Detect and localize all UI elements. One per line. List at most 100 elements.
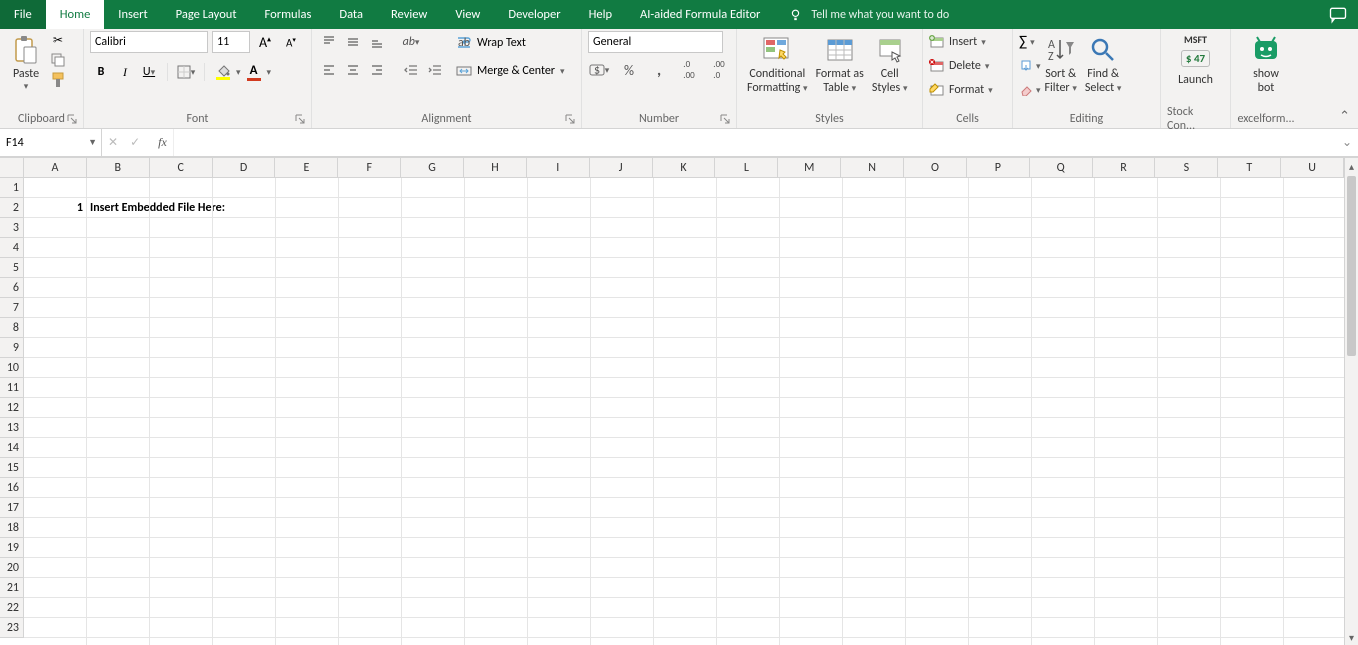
ribbon-collapse-icon[interactable]: ⌃ xyxy=(1339,109,1350,124)
col-header-I[interactable]: I xyxy=(527,158,590,177)
col-header-B[interactable]: B xyxy=(87,158,150,177)
increase-indent-button[interactable] xyxy=(424,59,446,81)
row-header-5[interactable]: 5 xyxy=(0,258,23,278)
italic-button[interactable]: I xyxy=(114,61,136,83)
row-header-15[interactable]: 15 xyxy=(0,458,23,478)
cell-styles-button[interactable]: CellStyles ▾ xyxy=(868,31,912,98)
delete-cells-button[interactable]: Delete▾ xyxy=(929,55,993,77)
col-header-M[interactable]: M xyxy=(778,158,841,177)
align-left-button[interactable] xyxy=(318,59,340,81)
clear-button[interactable]: ▾ xyxy=(1019,79,1041,101)
tab-view[interactable]: View xyxy=(441,0,494,29)
row-header-6[interactable]: 6 xyxy=(0,278,23,298)
col-header-P[interactable]: P xyxy=(967,158,1030,177)
col-header-G[interactable]: G xyxy=(401,158,464,177)
chevron-down-icon[interactable]: ▾ xyxy=(267,67,272,78)
row-header-1[interactable]: 1 xyxy=(0,178,23,198)
row-header-19[interactable]: 19 xyxy=(0,538,23,558)
col-header-S[interactable]: S xyxy=(1155,158,1218,177)
row-header-13[interactable]: 13 xyxy=(0,418,23,438)
tab-insert[interactable]: Insert xyxy=(104,0,161,29)
row-header-20[interactable]: 20 xyxy=(0,558,23,578)
row-header-11[interactable]: 11 xyxy=(0,378,23,398)
cancel-formula-icon[interactable]: ✕ xyxy=(108,135,118,150)
col-header-O[interactable]: O xyxy=(904,158,967,177)
shrink-font-button[interactable]: A▾ xyxy=(280,31,302,53)
conditional-formatting-button[interactable]: ConditionalFormatting ▾ xyxy=(743,31,812,98)
font-name-combo[interactable] xyxy=(90,31,208,53)
col-header-E[interactable]: E xyxy=(275,158,338,177)
sort-filter-button[interactable]: AZ Sort &Filter ▾ xyxy=(1041,31,1081,98)
align-center-button[interactable] xyxy=(342,59,364,81)
tab-review[interactable]: Review xyxy=(377,0,441,29)
col-header-U[interactable]: U xyxy=(1281,158,1344,177)
row-header-8[interactable]: 8 xyxy=(0,318,23,338)
accounting-format-button[interactable]: $▾ xyxy=(588,59,610,81)
select-all-corner[interactable] xyxy=(0,158,24,178)
fill-color-button[interactable] xyxy=(212,61,234,83)
row-header-21[interactable]: 21 xyxy=(0,578,23,598)
tell-me-search[interactable]: Tell me what you want to do xyxy=(774,0,957,29)
align-top-button[interactable] xyxy=(318,31,340,53)
col-header-Q[interactable]: Q xyxy=(1030,158,1093,177)
col-header-R[interactable]: R xyxy=(1093,158,1156,177)
cut-button[interactable]: ✂ xyxy=(48,31,68,49)
paste-button[interactable]: Paste ▾ xyxy=(6,31,46,94)
tab-ai-formula-editor[interactable]: AI-aided Formula Editor xyxy=(626,0,774,29)
copy-button[interactable] xyxy=(48,51,68,69)
scroll-down-icon[interactable]: ▾ xyxy=(1345,629,1358,645)
name-box-input[interactable] xyxy=(0,129,80,156)
row-header-16[interactable]: 16 xyxy=(0,478,23,498)
scroll-thumb[interactable] xyxy=(1347,176,1356,356)
row-header-18[interactable]: 18 xyxy=(0,518,23,538)
font-color-button[interactable]: A xyxy=(243,61,265,83)
row-header-7[interactable]: 7 xyxy=(0,298,23,318)
vertical-scrollbar[interactable]: ▴ ▾ xyxy=(1344,158,1358,645)
tab-home[interactable]: Home xyxy=(46,0,105,29)
dialog-launcher-icon[interactable] xyxy=(67,114,79,126)
tab-developer[interactable]: Developer xyxy=(494,0,574,29)
col-header-C[interactable]: C xyxy=(150,158,213,177)
align-bottom-button[interactable] xyxy=(366,31,388,53)
col-header-K[interactable]: K xyxy=(653,158,716,177)
row-header-10[interactable]: 10 xyxy=(0,358,23,378)
bold-button[interactable]: B xyxy=(90,61,112,83)
col-header-A[interactable]: A xyxy=(24,158,87,177)
wrap-text-button[interactable]: ab Wrap Text xyxy=(456,31,565,55)
dialog-launcher-icon[interactable] xyxy=(295,114,307,126)
col-header-F[interactable]: F xyxy=(338,158,401,177)
col-header-T[interactable]: T xyxy=(1218,158,1281,177)
row-header-14[interactable]: 14 xyxy=(0,438,23,458)
increase-decimal-button[interactable]: .0.00 xyxy=(678,59,700,81)
tab-help[interactable]: Help xyxy=(575,0,626,29)
insert-cells-button[interactable]: Insert▾ xyxy=(929,31,993,53)
orientation-button[interactable]: ab▾ xyxy=(400,31,422,53)
find-select-button[interactable]: Find &Select ▾ xyxy=(1081,31,1126,98)
format-painter-button[interactable] xyxy=(48,71,68,89)
decrease-indent-button[interactable] xyxy=(400,59,422,81)
formula-bar-input[interactable] xyxy=(174,129,1336,156)
name-box[interactable]: ▼ xyxy=(0,129,102,156)
align-right-button[interactable] xyxy=(366,59,388,81)
grow-font-button[interactable]: A▴ xyxy=(254,31,276,53)
row-header-9[interactable]: 9 xyxy=(0,338,23,358)
borders-button[interactable]: ▾ xyxy=(175,61,197,83)
row-header-2[interactable]: 2 xyxy=(0,198,23,218)
align-middle-button[interactable] xyxy=(342,31,364,53)
chevron-down-icon[interactable]: ▼ xyxy=(88,137,97,148)
dialog-launcher-icon[interactable] xyxy=(720,114,732,126)
col-header-D[interactable]: D xyxy=(213,158,276,177)
percent-button[interactable]: % xyxy=(618,59,640,81)
tab-data[interactable]: Data xyxy=(325,0,377,29)
col-header-J[interactable]: J xyxy=(590,158,653,177)
tab-page-layout[interactable]: Page Layout xyxy=(162,0,251,29)
col-header-N[interactable]: N xyxy=(841,158,904,177)
dialog-launcher-icon[interactable] xyxy=(565,114,577,126)
col-header-L[interactable]: L xyxy=(715,158,778,177)
font-size-combo[interactable] xyxy=(212,31,250,53)
row-header-23[interactable]: 23 xyxy=(0,618,23,638)
row-header-17[interactable]: 17 xyxy=(0,498,23,518)
decrease-decimal-button[interactable]: .00.0 xyxy=(708,59,730,81)
tab-formulas[interactable]: Formulas xyxy=(251,0,326,29)
row-header-4[interactable]: 4 xyxy=(0,238,23,258)
